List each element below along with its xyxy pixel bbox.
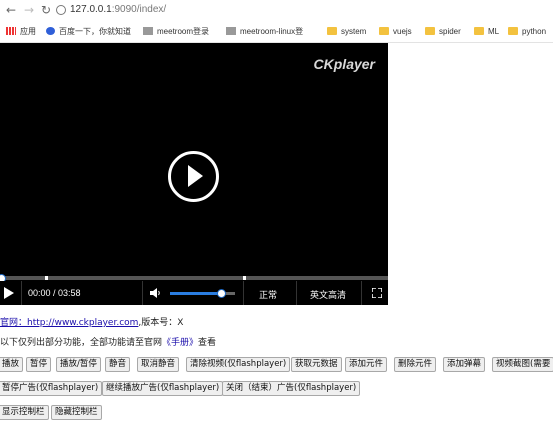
- button-row-1: 播放 暂停 播放/暂停 静音 取消静音 清除视频(仅flashplayer) 获…: [0, 357, 553, 373]
- bookmark-label: meetroom-linux登: [240, 27, 304, 36]
- url-path: /index/: [136, 4, 167, 15]
- play-pause-button[interactable]: 播放/暂停: [56, 357, 101, 372]
- bookmark-spider[interactable]: spider: [425, 26, 461, 38]
- control-bar: 00:00 / 03:58 正常 英文高清: [0, 281, 388, 305]
- quality-hd-button[interactable]: 英文高清: [310, 288, 346, 301]
- screenshot-button[interactable]: 视频截图(需要: [492, 357, 553, 372]
- play-icon[interactable]: [4, 287, 14, 299]
- bookmark-meetroom-linux[interactable]: meetroom-linux登: [226, 26, 303, 38]
- address-bar[interactable]: 127.0.0.1:9090/index/: [70, 4, 166, 15]
- play-button[interactable]: 播放: [0, 357, 24, 372]
- progress-marker: [243, 276, 246, 280]
- video-player[interactable]: CKplayer 00:00 / 03:58 正常 英文高清: [0, 43, 388, 305]
- progress-marker: [45, 276, 48, 280]
- bookmark-label: ML: [488, 27, 500, 36]
- volume-fill: [170, 292, 221, 295]
- note-suffix: 查看: [198, 338, 217, 348]
- folder-icon: [379, 27, 389, 35]
- bookmarks-bar: 应用 百度一下，你就知道 meetroom登录 meetroom-linux登 …: [0, 22, 553, 43]
- apps-grid-icon: [6, 27, 16, 35]
- volume-icon[interactable]: [150, 288, 162, 298]
- reload-icon[interactable]: ↻: [39, 3, 53, 17]
- note-line: 以下仅列出部分功能，全部功能请至官网《手册》查看: [0, 335, 216, 348]
- folder-icon: [327, 27, 337, 35]
- manual-link[interactable]: 《手册》: [162, 338, 198, 348]
- pause-button[interactable]: 暂停: [26, 357, 52, 372]
- mute-button[interactable]: 静音: [105, 357, 131, 372]
- progress-bar[interactable]: [0, 274, 388, 283]
- divider: [243, 281, 244, 305]
- get-metadata-button[interactable]: 获取元数据: [291, 357, 342, 372]
- site-info-icon[interactable]: [56, 5, 66, 15]
- bookmark-system[interactable]: system: [327, 26, 366, 38]
- folder-icon: [508, 27, 518, 35]
- forward-icon[interactable]: →: [22, 3, 36, 17]
- site-url-link[interactable]: http://www.ckplayer.com: [27, 318, 138, 328]
- bookmark-apps[interactable]: 应用: [6, 26, 36, 38]
- divider: [142, 281, 143, 305]
- clear-video-button[interactable]: 清除视频(仅flashplayer): [186, 357, 291, 372]
- version-text: ,版本号：X: [138, 318, 184, 328]
- bookmark-label: meetroom登录: [157, 27, 210, 36]
- bookmark-ml[interactable]: ML: [474, 26, 499, 38]
- volume-slider[interactable]: [170, 289, 235, 298]
- resume-ad-button[interactable]: 继续播放广告(仅flashplayer): [102, 381, 224, 396]
- player-logo: CKplayer: [313, 56, 375, 72]
- divider: [21, 281, 22, 305]
- big-play-icon[interactable]: [168, 151, 219, 202]
- bookmark-label: spider: [439, 27, 461, 36]
- button-row-2: 暂停广告(仅flashplayer) 继续播放广告(仅flashplayer) …: [0, 381, 553, 397]
- delete-element-button[interactable]: 删除元件: [394, 357, 437, 372]
- divider: [361, 281, 362, 305]
- folder-icon: [474, 27, 484, 35]
- url-host: 127.0.0.1: [70, 4, 112, 15]
- unmute-button[interactable]: 取消静音: [137, 357, 180, 372]
- bookmark-vuejs[interactable]: vuejs: [379, 26, 412, 38]
- fullscreen-icon[interactable]: [372, 288, 382, 298]
- pause-ad-button[interactable]: 暂停广告(仅flashplayer): [0, 381, 103, 396]
- divider: [296, 281, 297, 305]
- back-icon[interactable]: ←: [4, 3, 18, 17]
- hide-controls-button[interactable]: 隐藏控制栏: [51, 405, 102, 420]
- quality-normal-button[interactable]: 正常: [259, 288, 277, 301]
- note-prefix: 以下仅列出部分功能，全部功能请至官网: [0, 338, 163, 348]
- close-ad-button[interactable]: 关闭（结束）广告(仅flashplayer): [222, 381, 361, 396]
- folder-icon: [425, 27, 435, 35]
- url-port: :9090: [111, 4, 137, 15]
- browser-toolbar: ← → ↻ 127.0.0.1:9090/index/: [0, 0, 553, 22]
- bookmark-label: 应用: [20, 27, 36, 36]
- bookmark-label: 百度一下，你就知道: [59, 27, 131, 36]
- show-controls-button[interactable]: 显示控制栏: [0, 405, 49, 420]
- site-info-line: 官网：http://www.ckplayer.com,版本号：X: [0, 315, 183, 328]
- bookmark-label: vuejs: [393, 27, 412, 36]
- time-display: 00:00 / 03:58: [28, 288, 81, 298]
- page-icon: [226, 27, 236, 35]
- bookmark-label: python: [522, 27, 547, 36]
- site-prefix-link[interactable]: 官网：: [0, 318, 27, 328]
- bookmark-meetroom[interactable]: meetroom登录: [143, 26, 209, 38]
- bookmark-label: system: [341, 27, 367, 36]
- bookmark-baidu[interactable]: 百度一下，你就知道: [46, 26, 131, 38]
- button-row-3: 显示控制栏 隐藏控制栏: [0, 405, 553, 421]
- bookmark-python[interactable]: python: [508, 26, 546, 38]
- baidu-paw-icon: [46, 27, 55, 35]
- page-icon: [143, 27, 153, 35]
- add-element-button[interactable]: 添加元件: [345, 357, 388, 372]
- volume-handle[interactable]: [216, 289, 226, 298]
- add-danmaku-button[interactable]: 添加弹幕: [443, 357, 486, 372]
